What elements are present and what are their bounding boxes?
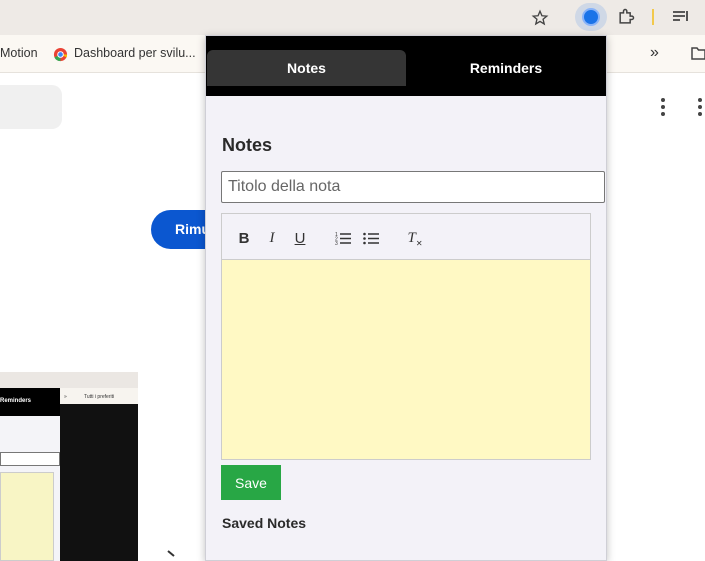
toolbar-divider [652, 9, 654, 25]
note-title-input[interactable] [221, 171, 605, 203]
notes-extension-icon[interactable] [582, 8, 600, 26]
media-queue-icon[interactable] [670, 7, 692, 27]
save-button[interactable]: Save [221, 465, 281, 500]
bookmarks-overflow-icon[interactable]: » [650, 44, 659, 62]
notes-extension-popup: Notes Reminders Notes B I U 123 T✕ Save … [205, 35, 607, 561]
chrome-logo-icon [52, 46, 68, 62]
page-search-box[interactable] [0, 85, 62, 129]
thumb-tab-bar: Reminders [0, 388, 60, 416]
page-more-menu-icon-2[interactable] [698, 98, 702, 119]
bookmark-motion[interactable]: Motion [0, 46, 38, 60]
folder-icon[interactable] [690, 45, 705, 61]
thumb-reminders-tab: Reminders [0, 398, 32, 404]
ordered-list-icon[interactable]: 123 [333, 228, 353, 248]
screenshot-thumbnail: Reminders » Tutti i preferiti [0, 372, 138, 561]
thumb-overflow-icon: » [64, 394, 67, 400]
star-bookmark-icon[interactable] [530, 8, 550, 28]
clear-x-icon: ✕ [415, 238, 423, 248]
page-next-chevron-icon[interactable] [163, 550, 179, 561]
tab-notes[interactable]: Notes [207, 50, 406, 86]
extensions-puzzle-icon[interactable] [615, 6, 637, 28]
saved-notes-heading: Saved Notes [222, 515, 307, 531]
clear-format-icon[interactable]: T ✕ [405, 228, 425, 248]
thumb-title-input [0, 452, 60, 466]
svg-text:3: 3 [335, 241, 338, 245]
thumb-bookmark-label: Tutti i preferiti [84, 394, 115, 400]
note-content-editor[interactable] [221, 260, 591, 460]
italic-button[interactable]: I [262, 228, 282, 248]
underline-button[interactable]: U [290, 228, 310, 248]
clear-format-glyph: T [407, 229, 416, 246]
bookmark-dashboard[interactable]: Dashboard per svilu... [74, 46, 196, 60]
notes-section-title: Notes [222, 135, 273, 155]
bullet-list-icon[interactable] [361, 228, 381, 248]
popup-tab-bar: Notes Reminders [206, 36, 606, 96]
thumb-toolbar [0, 372, 138, 388]
thumb-editor-area [0, 472, 54, 561]
browser-toolbar [0, 0, 705, 35]
rich-text-toolbar: B I U 123 T ✕ [221, 213, 591, 260]
page-more-menu-icon[interactable] [661, 98, 665, 119]
bold-button[interactable]: B [234, 228, 254, 248]
tab-reminders[interactable]: Reminders [406, 50, 606, 86]
